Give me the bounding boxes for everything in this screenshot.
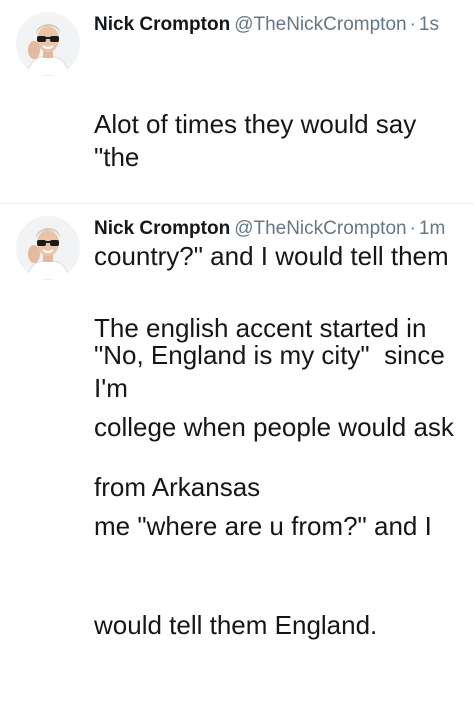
tweet-timestamp[interactable]: 1m [419,218,445,239]
profile-photo-icon [16,216,80,280]
tweet[interactable]: Nick Crompton @TheNickCrompton · 1m The eng… [0,204,474,640]
tweet-timestamp[interactable]: 1s [419,14,439,35]
profile-photo-icon [16,12,80,76]
tweet-text: The english accent started in college wh… [94,246,466,708]
author-name[interactable]: Nick Crompton [94,218,230,239]
avatar[interactable] [16,12,80,76]
tweet-text-line: The english accent started in [94,313,427,343]
avatar[interactable] [16,216,80,280]
tweet-timeline: Nick Crompton @TheNickCrompton · 1s Alot of… [0,0,474,640]
author-name[interactable]: Nick Crompton [94,14,230,35]
tweet-text-line: Alot of times they would say "the [94,109,424,172]
separator-dot: · [409,14,416,35]
author-handle[interactable]: @TheNickCrompton [234,14,406,35]
tweet-text-line: would tell them England. [94,610,378,640]
author-handle[interactable]: @TheNickCrompton [234,218,406,239]
tweet-header: Nick Crompton @TheNickCrompton · 1s [94,14,439,36]
tweet-text-line: college when people would ask [94,412,454,442]
tweet-text-line: me "where are u from?" and I [94,511,432,541]
separator-dot: · [409,218,416,239]
tweet-header: Nick Crompton @TheNickCrompton · 1m [94,218,445,240]
tweet[interactable]: Nick Crompton @TheNickCrompton · 1s Alot of… [0,0,474,502]
